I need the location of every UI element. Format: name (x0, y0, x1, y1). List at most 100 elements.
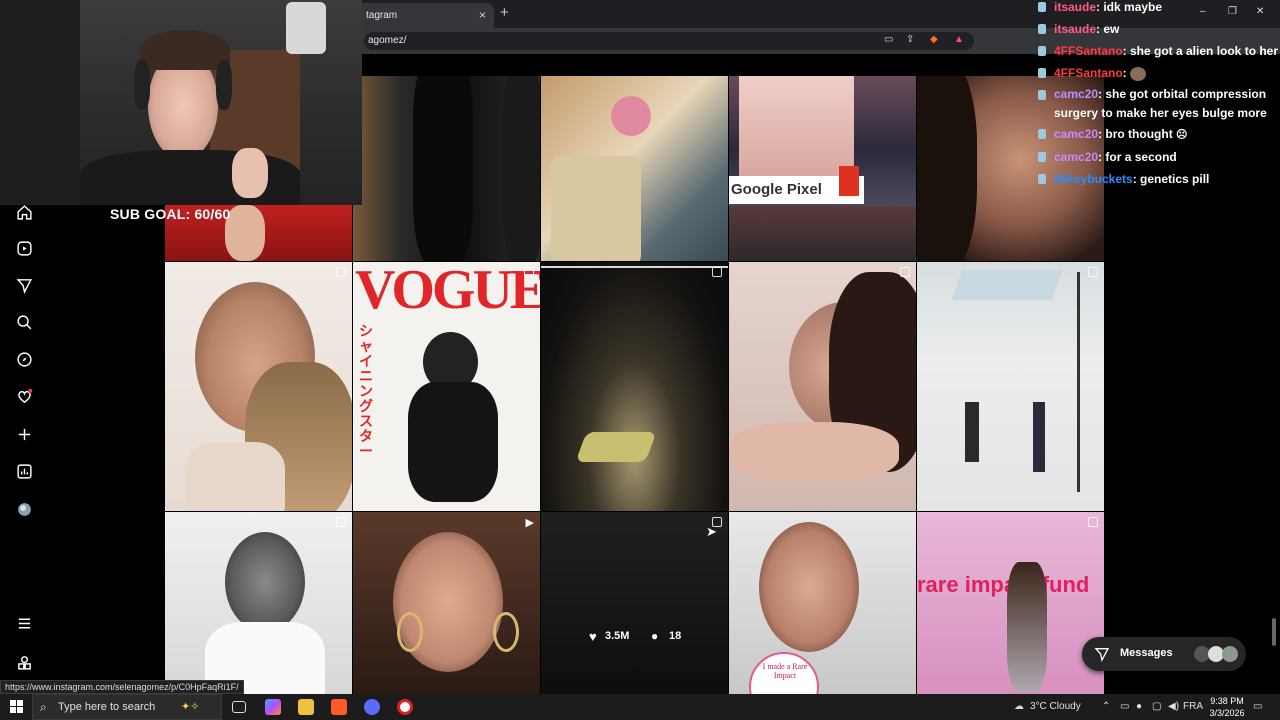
chat-username: camc20 (1054, 150, 1099, 164)
volume-icon[interactable]: ◀) (1168, 694, 1179, 720)
copilot-sparkle-icon: ✦✧ (181, 701, 200, 713)
chat-message: camc20: she got orbital compression surg… (1036, 84, 1280, 123)
chat-username: camc20 (1054, 87, 1099, 101)
search-placeholder: Type here to search (58, 701, 156, 713)
explore-icon[interactable] (14, 349, 34, 369)
messages-icon[interactable] (14, 275, 34, 295)
notifications-icon[interactable] (14, 386, 34, 406)
carousel-icon (524, 267, 534, 277)
vogue-cover-text: シャイニングスター (359, 323, 373, 459)
messages-label: Messages (1120, 647, 1173, 659)
chat-message: 4FFSantano: (1036, 62, 1280, 84)
chat-text: : she got a alien look to her (1122, 44, 1279, 58)
language-indicator[interactable]: FRA (1183, 694, 1203, 720)
vogue-masthead: VOGUE (355, 262, 540, 321)
create-icon[interactable] (14, 424, 34, 444)
clock-time: 9:38 PM (1210, 696, 1244, 706)
windows-taskbar: ⌕ Type here to search ✦✧ ☁ 3°C Cloudy ⌃ … (0, 694, 1280, 720)
obs-icon[interactable] (397, 699, 413, 715)
clock[interactable]: 9:38 PM 3/3/2026 (1206, 695, 1248, 719)
avatar (1222, 646, 1238, 662)
chat-username: itsaude (1054, 22, 1097, 36)
url-text: agomez/ (368, 35, 407, 46)
profile-avatar-icon[interactable] (14, 499, 34, 519)
status-url: https://www.instagram.com/selenagomez/p/… (5, 682, 239, 692)
carousel-icon (336, 517, 346, 527)
file-explorer-icon[interactable] (298, 699, 314, 715)
carousel-icon (712, 267, 722, 277)
comment-icon: ● (651, 629, 659, 643)
carousel-icon (1088, 267, 1098, 277)
chat-message: camc20: bro thought ☹ (1036, 123, 1280, 146)
post-thumbnail[interactable] (729, 262, 916, 511)
scrollbar-thumb[interactable] (1272, 618, 1276, 646)
chat-text: : idk maybe (1096, 0, 1163, 14)
chat-text: : bro thought (1098, 127, 1173, 141)
chat-message: Mikeybuckets: genetics pill (1036, 168, 1280, 190)
chat-username: camc20 (1054, 127, 1099, 141)
carousel-icon (900, 267, 910, 277)
post-thumbnail[interactable] (541, 262, 728, 511)
post-thumbnail[interactable] (353, 76, 540, 261)
link-status-bar: https://www.instagram.com/selenagomez/p/… (0, 680, 244, 694)
cast-icon[interactable]: ▭ (884, 34, 893, 45)
carousel-icon (336, 267, 346, 277)
start-button[interactable] (10, 700, 23, 713)
tab-title: tagram (366, 10, 398, 21)
clock-date: 3/3/2026 (1209, 708, 1245, 718)
sub-goal-text: SUB GOAL: 60/60 (110, 206, 231, 222)
post-thumbnail[interactable] (917, 262, 1104, 511)
brave-browser-icon[interactable] (331, 699, 347, 715)
brave-shield-icon[interactable]: ◆ (930, 34, 938, 45)
share-icon[interactable]: ⇪ (906, 34, 914, 45)
comments-count: 18 (669, 630, 682, 642)
post-thumbnail[interactable]: Google Pixel (729, 76, 916, 261)
address-bar[interactable]: agomez/ (364, 32, 974, 50)
microphone-icon[interactable]: ● (1136, 694, 1142, 720)
carousel-icon (1088, 517, 1098, 527)
weather-text[interactable]: 3°C Cloudy (1030, 694, 1081, 720)
post-thumbnail-hovered[interactable]: ♥ 3.5M ● 18 (541, 512, 728, 694)
chat-username: 4FFSantano (1054, 44, 1123, 58)
dashboard-icon[interactable] (14, 461, 34, 481)
discord-icon[interactable] (364, 699, 380, 715)
post-thumbnail[interactable]: rare impact fund (917, 512, 1104, 694)
post-thumbnail[interactable]: ▶ (353, 512, 540, 694)
emote-icon (1130, 66, 1147, 81)
threads-icon[interactable] (14, 652, 34, 672)
browser-tab[interactable]: tagram × (356, 3, 494, 28)
brave-rewards-icon[interactable]: ▲ (954, 34, 964, 45)
post-thumbnail[interactable] (541, 76, 728, 261)
chat-text: : (1122, 66, 1127, 80)
chat-username: Mikeybuckets (1054, 172, 1133, 186)
copilot-icon[interactable] (265, 699, 281, 715)
reels-icon[interactable] (14, 238, 34, 258)
post-thumbnail[interactable] (165, 512, 352, 694)
search-icon[interactable] (14, 312, 34, 332)
home-icon[interactable] (14, 202, 34, 222)
post-thumbnail[interactable]: VOGUE シャイニングスター (353, 262, 540, 511)
chat-message: itsaude: idk maybe (1036, 0, 1280, 18)
post-thumbnail[interactable] (165, 262, 352, 511)
crying-emoji-icon: ☹ (1176, 129, 1188, 141)
tray-chevron-icon[interactable]: ⌃ (1102, 694, 1110, 720)
webcam-overlay (0, 0, 362, 205)
weather-icon: ☁ (1014, 701, 1024, 712)
display-icon[interactable]: ▢ (1152, 694, 1161, 720)
chat-username: 4FFSantano (1054, 66, 1123, 80)
messages-button[interactable]: Messages (1082, 637, 1246, 671)
notification-center-icon[interactable]: ▭ (1253, 694, 1262, 720)
rare-impact-badge: I made a Rare Impact (762, 662, 808, 680)
chat-text: : ew (1096, 22, 1120, 36)
more-menu-icon[interactable] (14, 613, 34, 633)
post-thumbnail[interactable]: I made a Rare Impact (729, 512, 916, 694)
stream-chat: itsaude: idk maybe itsaude: ew 4FFSantan… (1036, 0, 1280, 190)
network-icon[interactable]: ▭ (1120, 694, 1129, 720)
task-view-icon[interactable] (232, 701, 246, 713)
reel-icon: ▶ (525, 517, 534, 529)
likes-count: 3.5M (605, 630, 630, 642)
taskbar-search-box[interactable]: ⌕ Type here to search ✦✧ (32, 694, 222, 720)
messages-icon (1094, 646, 1110, 662)
new-tab-button[interactable]: + (500, 4, 509, 21)
tab-close-icon[interactable]: × (479, 3, 486, 28)
